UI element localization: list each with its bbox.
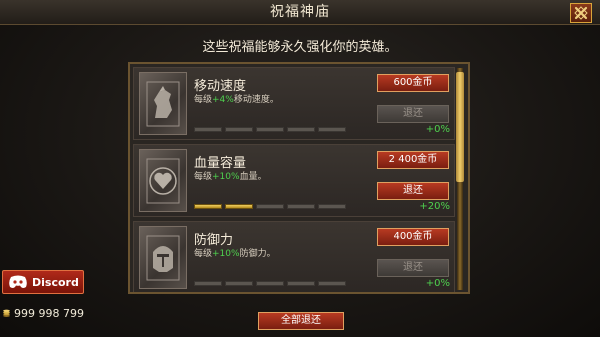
refund-button[interactable]: 退还 <box>377 259 449 277</box>
desc-bonus: +10% <box>212 172 240 182</box>
level-pip <box>225 281 253 286</box>
blessing-description: 每级+4%移动速度。 <box>194 92 279 105</box>
close-button[interactable] <box>570 3 592 23</box>
scrollbar-thumb[interactable] <box>456 72 464 182</box>
blessings-panel: 移动速度 每级+4%移动速度。 +0% 600金币 退还 血量容量 每级+10%… <box>128 62 470 294</box>
blessing-row-move-speed: 移动速度 每级+4%移动速度。 +0% 600金币 退还 <box>133 67 455 140</box>
level-pip <box>318 281 346 286</box>
level-pip <box>225 127 253 132</box>
desc-prefix: 每级 <box>194 249 213 259</box>
level-pip <box>318 204 346 209</box>
level-pip <box>256 281 284 286</box>
desc-bonus: +4% <box>212 95 234 105</box>
level-pip <box>318 127 346 132</box>
title-bar: 祝福神庙 <box>0 0 600 25</box>
buy-button[interactable]: 600金币 <box>377 74 449 92</box>
refund-button[interactable]: 退还 <box>377 105 449 123</box>
buy-button[interactable]: 2 400金币 <box>377 151 449 169</box>
wallet: 999 998 799 <box>2 302 84 324</box>
blessing-portrait <box>139 226 187 289</box>
horse-icon <box>146 81 180 126</box>
blessing-description: 每级+10%血量。 <box>194 169 267 182</box>
level-pip <box>256 204 284 209</box>
desc-bonus: +10% <box>212 249 240 259</box>
level-pip <box>225 204 253 209</box>
blessing-row-health: 血量容量 每级+10%血量。 +20% 2 400金币 退还 <box>133 144 455 217</box>
desc-suffix: 防御力。 <box>239 249 276 259</box>
level-pips <box>194 204 346 209</box>
desc-suffix: 血量。 <box>239 172 267 182</box>
level-pip <box>194 204 222 209</box>
coin-amount: 999 998 799 <box>14 306 84 320</box>
subtitle: 这些祝福能够永久强化你的英雄。 <box>202 40 398 55</box>
discord-icon <box>9 275 27 288</box>
total-bonus: +0% <box>425 124 450 135</box>
level-pip <box>194 281 222 286</box>
level-pip <box>256 127 284 132</box>
buy-button[interactable]: 400金币 <box>377 228 449 246</box>
level-pip <box>287 281 315 286</box>
discord-label: Discord <box>32 275 79 289</box>
window-title: 祝福神庙 <box>270 4 330 20</box>
blessing-description: 每级+10%防御力。 <box>194 246 276 259</box>
coin-stack-icon <box>3 309 10 317</box>
total-bonus: +0% <box>425 278 450 289</box>
refund-button[interactable]: 退还 <box>377 182 449 200</box>
level-pip <box>287 127 315 132</box>
heart-icon <box>146 158 180 203</box>
discord-button[interactable]: Discord <box>2 270 84 294</box>
level-pips <box>194 281 346 286</box>
level-pips <box>194 127 346 132</box>
close-icon <box>574 6 588 20</box>
desc-suffix: 移动速度。 <box>233 95 279 105</box>
level-pip <box>194 127 222 132</box>
desc-prefix: 每级 <box>194 95 213 105</box>
level-pip <box>287 204 315 209</box>
blessing-row-defense: 防御力 每级+10%防御力。 +0% 400金币 退还 <box>133 221 455 292</box>
refund-all-button[interactable]: 全部退还 <box>258 312 344 330</box>
desc-prefix: 每级 <box>194 172 213 182</box>
helmet-icon <box>146 235 180 280</box>
total-bonus: +20% <box>419 201 450 212</box>
blessing-portrait <box>139 149 187 212</box>
blessing-portrait <box>139 72 187 135</box>
